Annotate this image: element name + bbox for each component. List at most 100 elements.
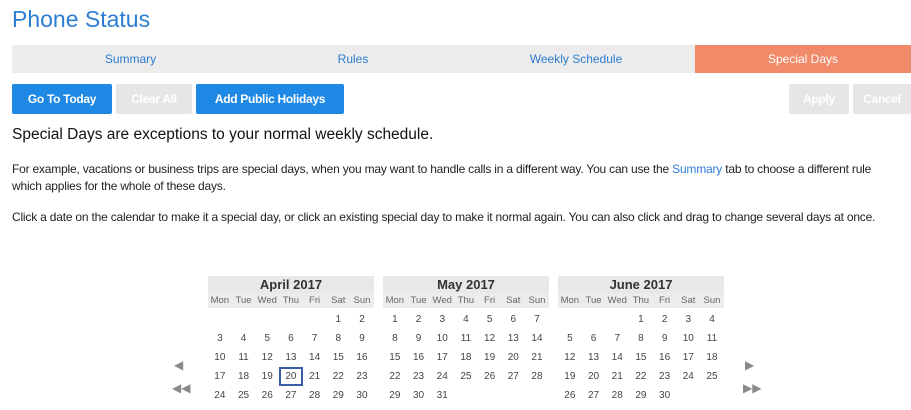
day-cell[interactable]: 7: [303, 329, 327, 348]
day-cell[interactable]: 31: [430, 386, 454, 405]
day-cell[interactable]: 9: [350, 329, 374, 348]
day-cell[interactable]: 23: [407, 367, 431, 386]
day-cell[interactable]: 12: [255, 348, 279, 367]
day-cell[interactable]: 3: [430, 310, 454, 329]
day-cell[interactable]: 16: [407, 348, 431, 367]
day-cell[interactable]: 30: [407, 386, 431, 405]
day-cell[interactable]: 1: [326, 310, 350, 329]
day-cell[interactable]: 24: [208, 386, 232, 405]
day-cell[interactable]: 29: [383, 386, 407, 405]
summary-link[interactable]: Summary: [672, 162, 722, 176]
day-cell[interactable]: 13: [501, 329, 525, 348]
day-cell[interactable]: 26: [478, 367, 502, 386]
day-cell[interactable]: 23: [653, 367, 677, 386]
day-cell[interactable]: 26: [558, 386, 582, 405]
day-cell[interactable]: 22: [326, 367, 350, 386]
day-cell[interactable]: 5: [558, 329, 582, 348]
day-cell[interactable]: 18: [232, 367, 256, 386]
tab-special-days[interactable]: Special Days: [695, 45, 911, 73]
day-cell[interactable]: 2: [407, 310, 431, 329]
day-cell[interactable]: 20: [582, 367, 606, 386]
day-cell[interactable]: 25: [454, 367, 478, 386]
day-cell[interactable]: 14: [525, 329, 549, 348]
day-cell[interactable]: 11: [232, 348, 256, 367]
day-cell[interactable]: 30: [350, 386, 374, 405]
tab-weekly-schedule[interactable]: Weekly Schedule: [457, 45, 695, 73]
day-cell[interactable]: 22: [383, 367, 407, 386]
day-cell[interactable]: 17: [208, 367, 232, 386]
day-cell[interactable]: 4: [454, 310, 478, 329]
day-cell[interactable]: 15: [326, 348, 350, 367]
clear-all-button[interactable]: Clear All: [116, 84, 192, 114]
cancel-button[interactable]: Cancel: [853, 84, 911, 114]
day-cell[interactable]: 24: [676, 367, 700, 386]
day-cell[interactable]: 27: [279, 386, 303, 405]
day-cell[interactable]: 29: [629, 386, 653, 405]
day-cell[interactable]: 4: [700, 310, 724, 329]
day-cell[interactable]: 2: [350, 310, 374, 329]
day-cell[interactable]: 21: [525, 348, 549, 367]
day-cell[interactable]: 5: [255, 329, 279, 348]
next-month-icon[interactable]: ▶: [745, 359, 754, 371]
day-cell[interactable]: 18: [700, 348, 724, 367]
day-cell[interactable]: 28: [525, 367, 549, 386]
prev-far-icon[interactable]: ◀◀: [172, 382, 190, 394]
day-cell[interactable]: 19: [478, 348, 502, 367]
day-cell[interactable]: 24: [430, 367, 454, 386]
day-cell[interactable]: 8: [326, 329, 350, 348]
day-cell[interactable]: 16: [350, 348, 374, 367]
day-cell[interactable]: 1: [383, 310, 407, 329]
go-to-today-button[interactable]: Go To Today: [12, 84, 112, 114]
day-cell[interactable]: 21: [303, 367, 327, 386]
day-cell[interactable]: 26: [255, 386, 279, 405]
day-cell[interactable]: 13: [279, 348, 303, 367]
day-cell[interactable]: 9: [407, 329, 431, 348]
day-cell[interactable]: 19: [558, 367, 582, 386]
day-cell[interactable]: 6: [582, 329, 606, 348]
day-cell[interactable]: 8: [383, 329, 407, 348]
day-cell[interactable]: 7: [525, 310, 549, 329]
day-cell[interactable]: 20: [501, 348, 525, 367]
day-cell[interactable]: 23: [350, 367, 374, 386]
day-cell[interactable]: 22: [629, 367, 653, 386]
day-cell[interactable]: 14: [605, 348, 629, 367]
next-far-icon[interactable]: ▶▶: [743, 382, 761, 394]
day-cell[interactable]: 4: [232, 329, 256, 348]
day-cell[interactable]: 14: [303, 348, 327, 367]
day-cell[interactable]: 21: [605, 367, 629, 386]
day-cell[interactable]: 3: [676, 310, 700, 329]
day-cell[interactable]: 25: [700, 367, 724, 386]
day-cell[interactable]: 15: [629, 348, 653, 367]
apply-button[interactable]: Apply: [789, 84, 849, 114]
day-cell[interactable]: 27: [582, 386, 606, 405]
day-cell[interactable]: 5: [478, 310, 502, 329]
day-cell[interactable]: 19: [255, 367, 279, 386]
tab-rules[interactable]: Rules: [249, 45, 457, 73]
day-cell[interactable]: 1: [629, 310, 653, 329]
day-cell[interactable]: 7: [605, 329, 629, 348]
day-cell[interactable]: 10: [208, 348, 232, 367]
day-cell[interactable]: 30: [653, 386, 677, 405]
day-cell[interactable]: 29: [326, 386, 350, 405]
day-cell[interactable]: 18: [454, 348, 478, 367]
day-cell[interactable]: 11: [454, 329, 478, 348]
add-public-holidays-button[interactable]: Add Public Holidays: [196, 84, 344, 114]
day-cell[interactable]: 6: [279, 329, 303, 348]
day-cell[interactable]: 27: [501, 367, 525, 386]
day-cell[interactable]: 28: [303, 386, 327, 405]
day-cell[interactable]: 28: [605, 386, 629, 405]
day-cell[interactable]: 2: [653, 310, 677, 329]
day-cell[interactable]: 6: [501, 310, 525, 329]
day-cell[interactable]: 12: [478, 329, 502, 348]
day-cell[interactable]: 25: [232, 386, 256, 405]
day-cell[interactable]: 13: [582, 348, 606, 367]
day-cell[interactable]: 15: [383, 348, 407, 367]
day-cell-today[interactable]: 20: [279, 367, 303, 386]
day-cell[interactable]: 17: [430, 348, 454, 367]
day-cell[interactable]: 10: [430, 329, 454, 348]
day-cell[interactable]: 3: [208, 329, 232, 348]
day-cell[interactable]: 11: [700, 329, 724, 348]
day-cell[interactable]: 8: [629, 329, 653, 348]
day-cell[interactable]: 9: [653, 329, 677, 348]
prev-month-icon[interactable]: ◀: [174, 359, 183, 371]
